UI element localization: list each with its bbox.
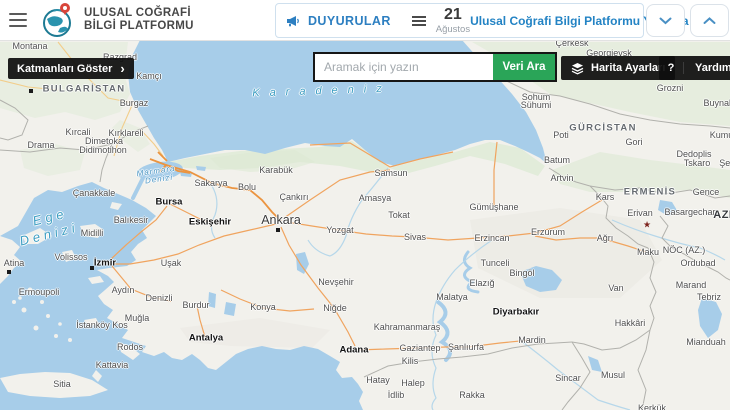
layers-icon: [571, 62, 584, 75]
announcement-month: Ağustos: [436, 25, 470, 35]
help-label: Yardım: [684, 62, 730, 74]
announcements-label: DUYURULAR: [308, 14, 391, 28]
chevron-down-icon: [659, 17, 672, 25]
announcement-day: 21: [444, 7, 462, 23]
map-canvas[interactable]: MontanaRazgradKamçıBurgazBULGARİSTANKırc…: [0, 40, 730, 410]
question-mark-icon: ?: [659, 62, 684, 74]
app-title-line2: BİLGİ PLATFORMU: [84, 20, 194, 33]
search-data-button[interactable]: Veri Ara: [493, 54, 555, 80]
announcement-date: 21 Ağustos: [436, 4, 470, 37]
map-settings-label: Harita Ayarları: [591, 62, 665, 74]
logo-globe-pin-icon[interactable]: [40, 2, 78, 39]
announcement-next-button[interactable]: [690, 4, 729, 37]
list-icon[interactable]: [412, 16, 426, 26]
show-layers-label: Katmanları Göster: [17, 63, 112, 75]
app-title-line1: ULUSAL COĞRAFİ: [84, 7, 194, 20]
help-button[interactable]: ? Yardım: [659, 56, 730, 80]
announcements-toggle[interactable]: DUYURULAR: [276, 4, 436, 37]
chevron-up-icon: [703, 17, 716, 25]
basemap: [0, 40, 730, 410]
search-bar: Veri Ara: [313, 52, 557, 82]
show-layers-button[interactable]: Katmanları Göster ›: [8, 58, 134, 79]
app-title: ULUSAL COĞRAFİ BİLGİ PLATFORMU: [84, 7, 194, 33]
hamburger-menu-icon[interactable]: [9, 13, 27, 27]
search-input[interactable]: [315, 54, 493, 80]
app-header: ULUSAL COĞRAFİ BİLGİ PLATFORMU DUYURULAR…: [0, 0, 730, 41]
chevron-right-icon: ›: [120, 63, 124, 74]
announcements-panel: DUYURULAR 21 Ağustos Ulusal Coğrafi Bilg…: [275, 3, 644, 38]
announcement-prev-button[interactable]: [646, 4, 685, 37]
megaphone-icon: [286, 15, 301, 27]
